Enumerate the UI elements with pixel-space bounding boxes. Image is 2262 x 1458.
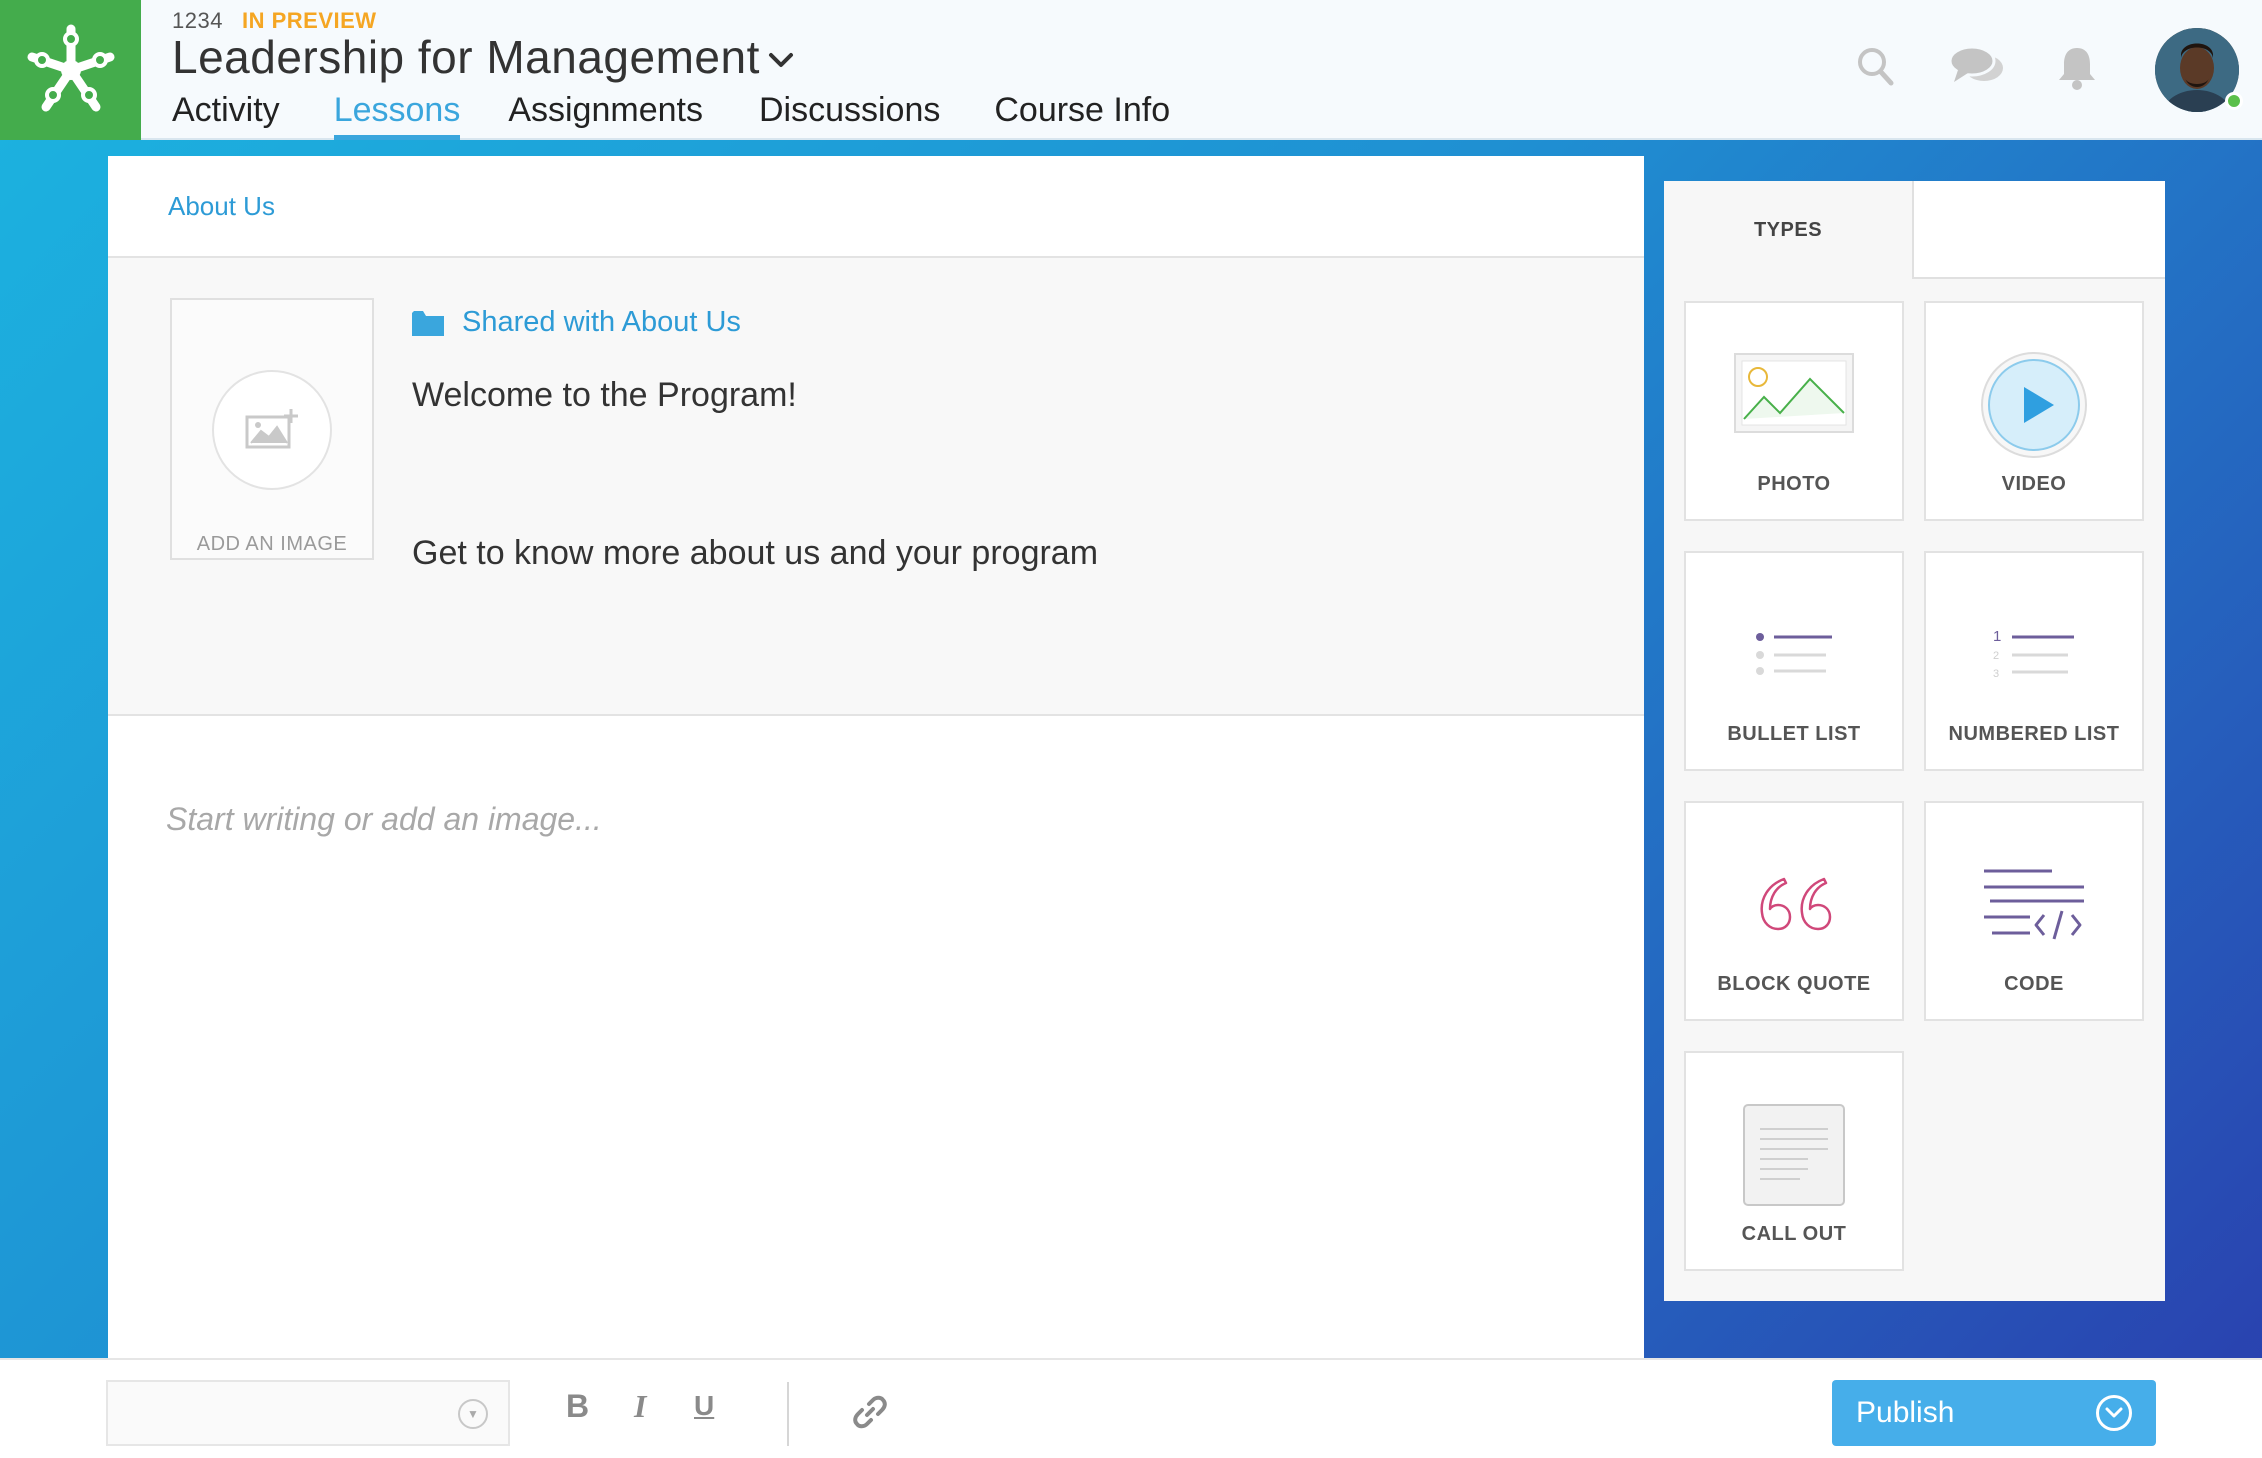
toolbar-divider [787,1382,789,1446]
top-header: 1234 IN PREVIEW Leadership for Managemen… [0,0,2262,140]
svg-text:2: 2 [1993,650,1999,662]
user-avatar[interactable] [2155,28,2243,112]
call-out-icon [1743,1104,1845,1206]
chevron-down-icon [768,53,793,67]
tile-video-label: VIDEO [2001,473,2067,495]
search-icon[interactable] [1856,44,1896,88]
online-status-dot [2225,92,2243,110]
tile-call-out-label: CALL OUT [1741,1223,1847,1245]
tile-photo-label: PHOTO [1757,473,1831,495]
course-title-dropdown[interactable]: Leadership for Management [172,30,794,84]
tab-assignments[interactable]: Assignments [508,90,703,140]
photo-icon [1734,353,1854,433]
tile-code-label: CODE [2004,973,2064,995]
chat-icon[interactable] [1948,44,2006,88]
tile-bullet-list[interactable]: BULLET LIST [1684,551,1904,771]
underline-button[interactable]: U [694,1390,714,1422]
lesson-intro-subtitle[interactable]: Get to know more about us and your progr… [412,534,1098,573]
tile-video[interactable]: VIDEO [1924,301,2144,521]
tile-block-quote-label: BLOCK QUOTE [1717,973,1871,995]
shared-label: Shared with About Us [462,306,741,338]
link-icon[interactable] [852,1394,888,1430]
bell-icon[interactable] [2055,44,2099,92]
lesson-intro-title[interactable]: Welcome to the Program! [412,376,797,415]
body-text-area[interactable]: Start writing or add an image... [166,801,602,838]
tile-numbered-list[interactable]: 1 2 3 NUMBERED LIST [1924,551,2144,771]
logo-icon [27,24,114,112]
italic-button[interactable]: I [634,1388,646,1425]
dropdown-arrow-icon: ▼ [458,1399,488,1429]
svg-text:3: 3 [1993,668,1999,680]
text-style-select[interactable]: ▼ [106,1380,510,1446]
course-nav: Activity Lessons Assignments Discussions… [172,90,1170,140]
add-image-circle [212,370,332,490]
block-quote-icon [1760,877,1832,931]
breadcrumb: About Us [108,156,1644,258]
course-title: Leadership for Management [172,31,760,83]
lesson-intro-section: ADD AN IMAGE Shared with About Us Welcom… [108,258,1644,716]
publish-options-icon[interactable] [2096,1395,2132,1431]
tab-activity[interactable]: Activity [172,90,280,140]
publish-button[interactable]: Publish [1832,1380,2156,1446]
tile-code[interactable]: CODE [1924,801,2144,1021]
block-types-panel: TYPES PHOTO VIDEO BULLET LIST 1 2 3 NUMB… [1664,181,2165,1301]
publish-label: Publish [1856,1396,1955,1429]
tab-types[interactable]: TYPES [1664,181,1914,279]
tab-lessons[interactable]: Lessons [333,90,460,140]
code-icon [1984,869,2084,940]
add-image-button[interactable]: ADD AN IMAGE [170,298,374,560]
tile-numbered-list-label: NUMBERED LIST [1948,723,2120,745]
folder-icon [412,310,444,336]
tab-secondary[interactable] [1914,181,2165,279]
add-image-icon [245,409,298,449]
bullet-list-icon [1756,633,1832,675]
panel-tabs: TYPES [1664,181,2165,279]
tile-block-quote[interactable]: BLOCK QUOTE [1684,801,1904,1021]
video-icon [1981,352,2087,458]
tile-call-out[interactable]: CALL OUT [1684,1051,1904,1271]
tab-discussions[interactable]: Discussions [759,90,940,140]
tab-course-info[interactable]: Course Info [994,90,1170,140]
lesson-editor: About Us ADD AN IMAGE Shared with About … [108,156,1644,1358]
tile-photo[interactable]: PHOTO [1684,301,1904,521]
add-image-label: ADD AN IMAGE [196,533,348,555]
breadcrumb-link[interactable]: About Us [168,191,275,222]
tile-bullet-list-label: BULLET LIST [1727,723,1861,745]
svg-text:1: 1 [1993,628,2001,645]
app-logo[interactable] [0,0,141,140]
shared-folder-link[interactable]: Shared with About Us [412,306,741,339]
numbered-list-icon: 1 2 3 [1993,628,2074,680]
bold-button[interactable]: B [566,1388,589,1425]
editor-toolbar: ▼ B I U Publish [0,1358,2262,1458]
